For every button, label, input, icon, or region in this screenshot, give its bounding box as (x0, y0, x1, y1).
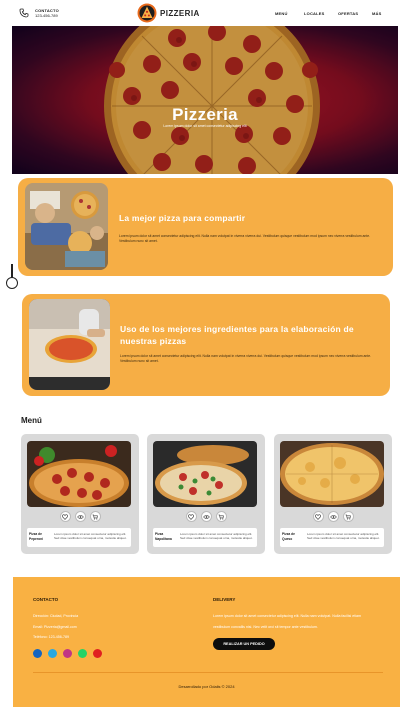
footer-address: Dirección: Ciudad, Provincia (33, 614, 79, 618)
menu-card-napolitana[interactable]: Pizza Napolitana Lorem ipsum dolor sit a… (147, 434, 265, 554)
footer-delivery-text: vestibulum convallis nisi. Nec velit orc… (213, 625, 318, 629)
menu-item-description: Lorem ipsum dolor sit amet consectetur a… (54, 532, 127, 541)
header-contact: CONTACTO 123-456-789 (35, 8, 59, 18)
twitter-icon[interactable] (48, 649, 57, 658)
feature-image-family (25, 183, 108, 270)
view-button[interactable] (200, 511, 212, 522)
youtube-icon[interactable] (93, 649, 102, 658)
favorite-button[interactable] (185, 511, 197, 522)
view-button[interactable] (74, 511, 86, 522)
heart-icon (62, 513, 68, 520)
cart-icon (218, 514, 224, 520)
footer-delivery-heading: DELIVERY (213, 597, 236, 602)
footer-contact-heading: CONTACTO (33, 597, 59, 602)
pizza-image-peperoni (27, 441, 131, 507)
menu-card-queso[interactable]: Pizza de Queso Lorem ipsum dolor sit ame… (274, 434, 392, 554)
scroll-track[interactable] (11, 264, 13, 278)
site-footer: CONTACTO Dirección: Ciudad, Provincia Em… (13, 577, 400, 707)
feature-title: La mejor pizza para compartir (119, 213, 246, 223)
footer-email[interactable]: Email: Pizzeria@gmail.com (33, 625, 77, 629)
add-to-cart-button[interactable] (342, 511, 354, 522)
menu-item-info: Pizza de Peperoni Lorem ipsum dolor sit … (27, 528, 131, 547)
menu-card-peperoni[interactable]: Pizza de Peperoni Lorem ipsum dolor sit … (21, 434, 139, 554)
footer-phone[interactable]: Teléfono: 123-456-789 (33, 635, 69, 639)
eye-icon (202, 514, 210, 519)
cart-icon (92, 514, 98, 520)
pizza-logo-icon[interactable] (137, 3, 157, 23)
eye-icon (329, 514, 337, 519)
nav-mas[interactable]: MÁS (372, 11, 382, 16)
footer-divider (33, 672, 383, 673)
feature-image-chef (29, 299, 110, 390)
contact-phone: 123-456-789 (35, 13, 58, 18)
add-to-cart-button[interactable] (215, 511, 227, 522)
nav-ofertas[interactable]: OFERTAS (338, 11, 358, 16)
footer-copyright: Desarrollado por Odalis © 2024 (178, 684, 235, 689)
menu-item-name: Pizza Napolitana (155, 532, 172, 541)
feature-title: Uso de los mejores ingredientes para la … (120, 324, 354, 346)
favorite-button[interactable] (312, 511, 324, 522)
hero-subtitle: Lorem ipsum dolor sit amet consectetur a… (163, 124, 247, 128)
heart-icon (188, 513, 194, 520)
phone-icon (19, 8, 29, 18)
nav-menu[interactable]: MENÚ (275, 11, 288, 16)
menu-item-info: Pizza de Queso Lorem ipsum dolor sit ame… (280, 528, 384, 547)
hero-pizza-image (12, 26, 398, 174)
menu-item-info: Pizza Napolitana Lorem ipsum dolor sit a… (153, 528, 257, 547)
menu-item-description: Lorem ipsum dolor sit amet consectetur a… (307, 532, 380, 541)
site-header: CONTACTO 123-456-789 PIZZERIA MENÚ LOCAL… (0, 0, 407, 26)
menu-item-name: Pizza de Peperoni (29, 532, 44, 541)
instagram-icon[interactable] (63, 649, 72, 658)
heart-icon (315, 513, 321, 520)
whatsapp-icon[interactable] (78, 649, 87, 658)
order-button[interactable]: REALIZAR UN PEDIDO (213, 638, 275, 650)
footer-delivery-text: Lorem ipsum dolor sit amet consectetur a… (213, 614, 362, 618)
feature-card-sharing: La mejor pizza para compartir Lorem ipsu… (18, 178, 393, 276)
nav-locales[interactable]: LOCALES (304, 11, 325, 16)
view-button[interactable] (327, 511, 339, 522)
menu-item-name: Pizza de Queso (282, 532, 296, 541)
feature-card-ingredients: Uso de los mejores ingredientes para la … (22, 294, 390, 396)
pizza-image-queso (280, 441, 384, 507)
hero-title: Pizzeria (172, 105, 238, 124)
brand-name[interactable]: PIZZERIA (160, 9, 200, 18)
menu-item-description: Lorem ipsum dolor sit amet consectetur a… (180, 532, 253, 541)
hero-banner: Pizzeria Lorem ipsum dolor sit amet cons… (12, 26, 398, 174)
facebook-icon[interactable] (33, 649, 42, 658)
scroll-handle[interactable] (6, 277, 18, 289)
add-to-cart-button[interactable] (89, 511, 101, 522)
menu-heading: Menú (21, 416, 42, 425)
eye-icon (76, 514, 84, 519)
feature-text: Lorem ipsum dolor sit amet consectetur a… (119, 234, 371, 244)
cart-icon (345, 514, 351, 520)
feature-text: Lorem ipsum dolor sit amet consectetur a… (120, 354, 372, 364)
pizza-image-napolitana (153, 441, 257, 507)
favorite-button[interactable] (59, 511, 71, 522)
